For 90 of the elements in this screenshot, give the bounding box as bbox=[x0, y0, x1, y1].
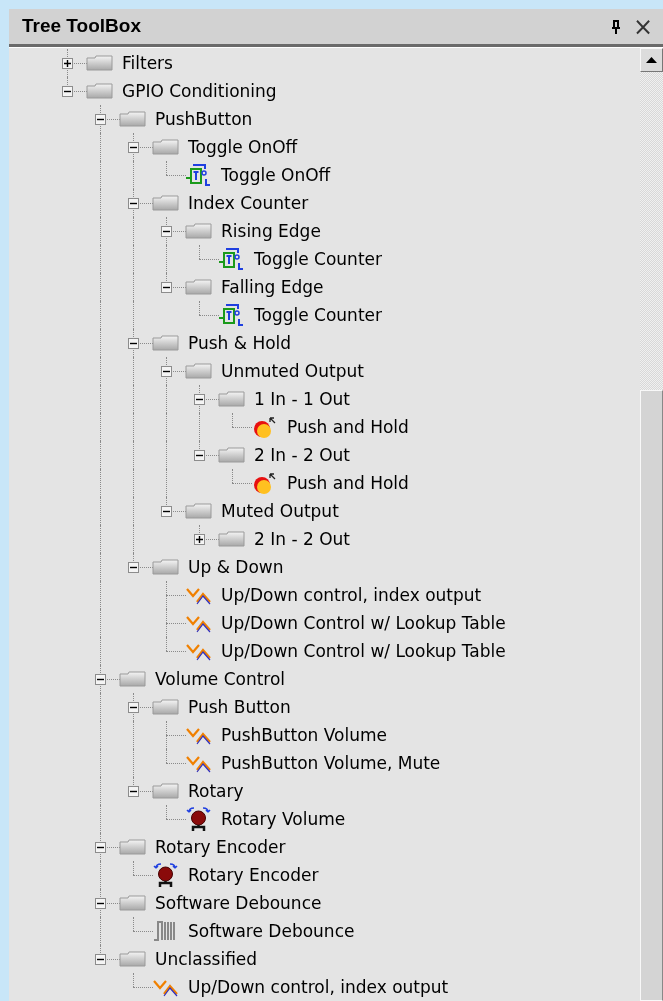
tree-item[interactable]: Rotary Encoder bbox=[188, 865, 319, 885]
knob-icon bbox=[152, 862, 179, 888]
collapse-toggle[interactable] bbox=[128, 197, 139, 209]
tree-item[interactable]: Up/Down Control w/ Lookup Table bbox=[221, 613, 506, 633]
tree-item[interactable]: Rotary bbox=[188, 781, 244, 801]
tree-item[interactable]: Falling Edge bbox=[221, 277, 324, 297]
collapse-toggle[interactable] bbox=[95, 841, 106, 853]
tree-item[interactable]: PushButton bbox=[155, 109, 253, 129]
folder-icon bbox=[218, 531, 245, 547]
collapse-toggle[interactable] bbox=[161, 281, 172, 293]
tree-item[interactable]: Rising Edge bbox=[221, 221, 321, 241]
tree-item[interactable]: Software Debounce bbox=[155, 893, 322, 913]
folder-icon bbox=[86, 55, 113, 71]
folder-icon bbox=[185, 279, 212, 295]
pin-icon bbox=[610, 19, 621, 34]
tree-item[interactable]: 2 In - 2 Out bbox=[254, 529, 350, 549]
close-button[interactable]: × bbox=[628, 14, 657, 39]
tree-item[interactable]: Push & Hold bbox=[188, 333, 292, 353]
folder-icon bbox=[152, 783, 179, 799]
tree-item[interactable]: Index Counter bbox=[188, 193, 309, 213]
tree-item[interactable]: Toggle OnOff bbox=[221, 165, 331, 185]
folder-icon bbox=[218, 447, 245, 463]
collapse-toggle[interactable] bbox=[95, 113, 106, 125]
tree-item[interactable]: Muted Output bbox=[221, 501, 339, 521]
tree-item[interactable]: PushButton Volume bbox=[221, 725, 387, 745]
tree-item[interactable]: Toggle Counter bbox=[254, 305, 382, 325]
collapse-toggle[interactable] bbox=[128, 785, 139, 797]
folder-icon bbox=[119, 951, 146, 967]
folder-icon bbox=[152, 195, 179, 211]
toggle-icon bbox=[185, 163, 212, 187]
tree-item[interactable]: Push and Hold bbox=[287, 417, 409, 437]
plus-icon bbox=[196, 535, 203, 543]
scroll-up-button[interactable] bbox=[640, 48, 663, 72]
tree-item[interactable]: GPIO Conditioning bbox=[122, 81, 277, 101]
collapse-toggle[interactable] bbox=[95, 673, 106, 685]
panel-title: Tree ToolBox bbox=[22, 14, 141, 39]
tree-item[interactable]: Toggle OnOff bbox=[188, 137, 298, 157]
tree-item[interactable]: Up/Down Control w/ Lookup Table bbox=[221, 641, 506, 661]
collapse-toggle[interactable] bbox=[128, 337, 139, 349]
tree-item[interactable]: Push and Hold bbox=[287, 473, 409, 493]
tree-item[interactable]: Unmuted Output bbox=[221, 361, 364, 381]
tree-item[interactable]: Up & Down bbox=[188, 557, 284, 577]
expand-toggle[interactable] bbox=[194, 533, 205, 545]
collapse-toggle[interactable] bbox=[62, 85, 73, 97]
tree-item[interactable]: Push Button bbox=[188, 697, 291, 717]
plus-icon bbox=[64, 59, 71, 67]
folder-icon bbox=[119, 895, 146, 911]
expand-toggle[interactable] bbox=[62, 57, 73, 69]
toggle-icon bbox=[218, 303, 245, 327]
folder-icon bbox=[119, 671, 146, 687]
folder-icon bbox=[152, 335, 179, 351]
collapse-toggle[interactable] bbox=[95, 953, 106, 965]
up-arrow-icon bbox=[646, 57, 657, 63]
folder-icon bbox=[119, 839, 146, 855]
collapse-toggle[interactable] bbox=[128, 561, 139, 573]
collapse-toggle[interactable] bbox=[95, 897, 106, 909]
tree-item[interactable]: 1 In - 1 Out bbox=[254, 389, 350, 409]
collapse-toggle[interactable] bbox=[194, 449, 205, 461]
tree-item[interactable]: Filters bbox=[122, 53, 173, 73]
collapse-toggle[interactable] bbox=[128, 701, 139, 713]
folder-icon bbox=[152, 559, 179, 575]
tree-item[interactable]: Software Debounce bbox=[188, 921, 355, 941]
scrollbar[interactable] bbox=[640, 48, 663, 1001]
knob-icon bbox=[185, 806, 212, 832]
collapse-toggle[interactable] bbox=[161, 225, 172, 237]
scroll-thumb[interactable] bbox=[640, 390, 663, 1001]
tree-item[interactable]: Rotary Encoder bbox=[155, 837, 286, 857]
folder-icon bbox=[218, 391, 245, 407]
push-button-icon bbox=[251, 471, 278, 495]
collapse-toggle[interactable] bbox=[161, 505, 172, 517]
tree-item[interactable]: Rotary Volume bbox=[221, 809, 346, 829]
tree-item[interactable]: Up/Down control, index output bbox=[188, 977, 449, 997]
folder-icon bbox=[185, 503, 212, 519]
tree-item[interactable]: Volume Control bbox=[155, 669, 286, 689]
folder-icon bbox=[86, 83, 113, 99]
tree-item[interactable]: Toggle Counter bbox=[254, 249, 382, 269]
folder-icon bbox=[185, 223, 212, 239]
collapse-toggle[interactable] bbox=[161, 365, 172, 377]
tree-item[interactable]: 2 In - 2 Out bbox=[254, 445, 350, 465]
tree-item[interactable]: Up/Down control, index output bbox=[221, 585, 482, 605]
folder-icon bbox=[152, 699, 179, 715]
tree-item[interactable]: PushButton Volume, Mute bbox=[221, 753, 441, 773]
toggle-icon bbox=[218, 247, 245, 271]
folder-icon bbox=[119, 111, 146, 127]
push-button-icon bbox=[251, 415, 278, 439]
folder-icon bbox=[185, 363, 212, 379]
collapse-toggle[interactable] bbox=[128, 141, 139, 153]
collapse-toggle[interactable] bbox=[194, 393, 205, 405]
folder-icon bbox=[152, 139, 179, 155]
tree-item[interactable]: Unclassified bbox=[155, 949, 258, 969]
